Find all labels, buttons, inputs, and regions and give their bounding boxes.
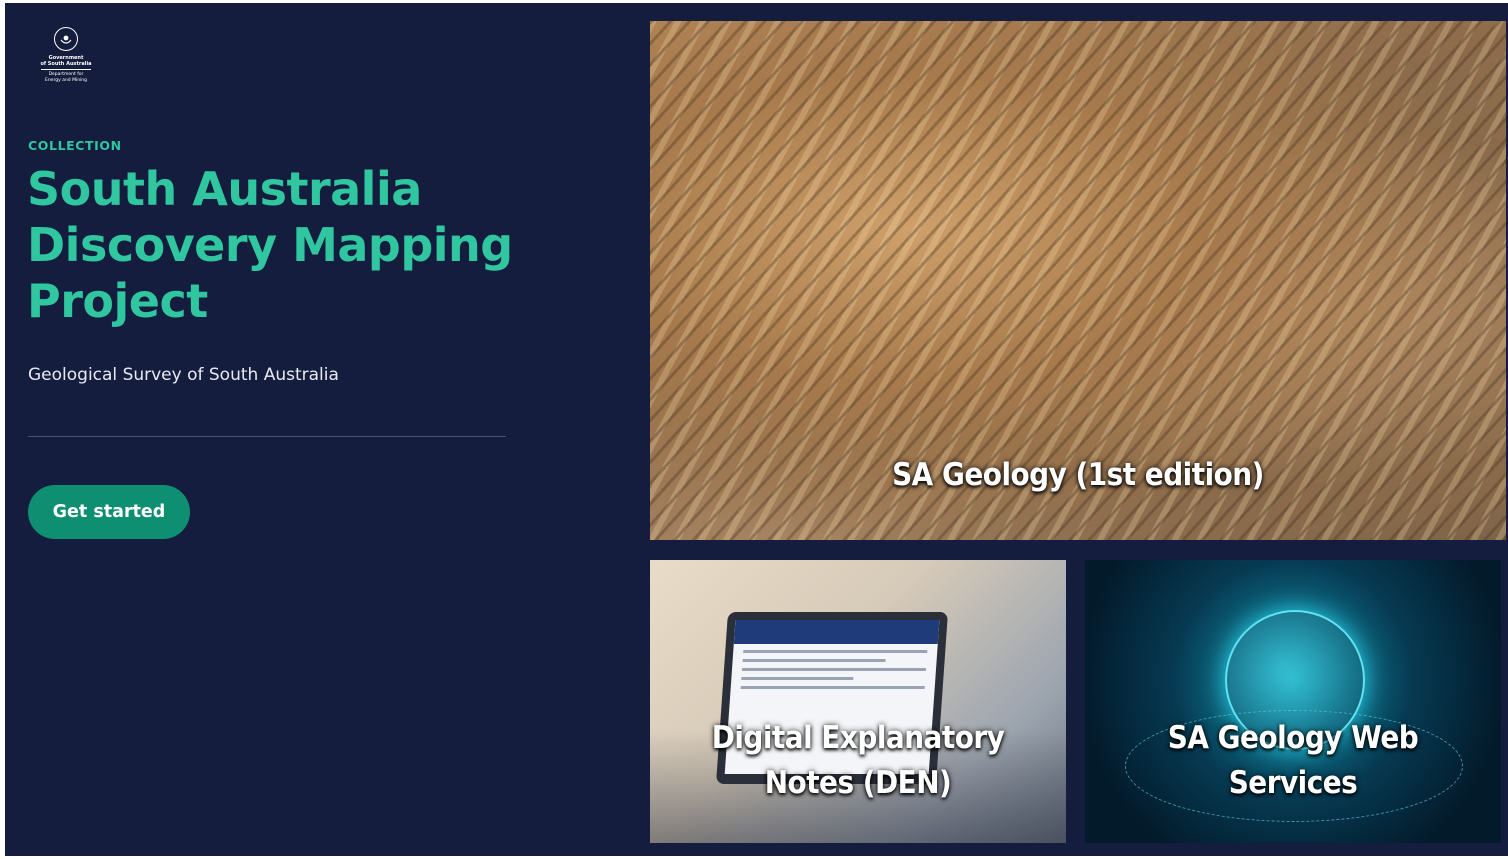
section-divider <box>28 436 506 437</box>
crest-icon <box>54 27 78 51</box>
card-sa-geology-web-services[interactable]: SA Geology Web Services <box>1085 560 1501 843</box>
card-digital-explanatory-notes[interactable]: Digital Explanatory Notes (DEN) <box>650 560 1066 843</box>
page-subtitle: Geological Survey of South Australia <box>28 365 339 385</box>
card-sa-geology-label: SA Geology (1st edition) <box>892 457 1264 493</box>
card-den-label: Digital Explanatory Notes (DEN) <box>711 720 1005 801</box>
logo-line-2: of South Australia <box>40 61 92 67</box>
collection-label: COLLECTION <box>28 138 122 153</box>
card-web-services-label: SA Geology Web Services <box>1167 720 1419 801</box>
logo-line-4: Energy and Mining <box>44 77 88 83</box>
page-title: South Australia Discovery Mapping Projec… <box>27 162 513 328</box>
card-sa-geology[interactable]: SA Geology (1st edition) <box>650 21 1506 540</box>
get-started-button[interactable]: Get started <box>28 485 190 539</box>
government-logo[interactable]: Government of South Australia Department… <box>35 27 97 99</box>
page: Government of South Australia Department… <box>5 3 1508 856</box>
logo-divider <box>41 69 91 70</box>
